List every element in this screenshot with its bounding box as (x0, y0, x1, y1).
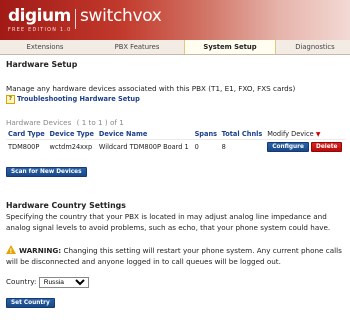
devices-heading: Hardware Devices ( 1 to 1 ) of 1 (6, 118, 350, 127)
col-card-type[interactable]: Card Type (6, 129, 48, 140)
col-total-chnls[interactable]: Total Chnls (220, 129, 266, 140)
delete-button[interactable]: Delete (311, 141, 343, 152)
digium-logo: digium (8, 6, 71, 26)
logo-divider (75, 9, 76, 29)
tab-extensions[interactable]: Extensions (6, 40, 84, 54)
troubleshoot-row: ? Troubleshooting Hardware Setup (6, 94, 350, 104)
configure-button[interactable]: Configure (267, 141, 309, 152)
cell-actions: Configure Delete (265, 138, 346, 154)
col-device-name[interactable]: Device Name (97, 129, 193, 140)
country-row: Country: Russia (6, 276, 350, 288)
devices-range: ( 1 to 1 ) of 1 (76, 117, 124, 127)
switchvox-logo: switchvox (80, 6, 162, 26)
col-spans[interactable]: Spans (193, 129, 220, 140)
sort-down-icon: ▼ (315, 130, 321, 138)
set-country-button[interactable]: Set Country (6, 297, 55, 308)
tab-diagnostics[interactable]: Diagnostics (280, 40, 350, 54)
scan-row: Scan for New Devices (6, 166, 350, 177)
main-tabs: Extensions PBX Features System Setup Dia… (0, 40, 350, 55)
hardware-setup-description: Manage any hardware devices associated w… (6, 84, 296, 93)
devices-section-label: Hardware Devices (6, 117, 72, 127)
cell-device-type: wctdm24xxp (47, 138, 97, 154)
cell-device-name: Wildcard TDM800P Board 1 (96, 138, 193, 154)
hardware-setup-title: Hardware Setup (6, 60, 78, 69)
edition-label: FREE EDITION 1.0 (8, 28, 72, 33)
country-select[interactable]: Russia (38, 276, 89, 288)
country-settings-title: Hardware Country Settings (6, 200, 126, 210)
devices-table: Card Type Device Type Device Name Spans … (6, 129, 346, 154)
country-label: Country: (6, 276, 37, 286)
cell-spans: 0 (192, 138, 220, 154)
table-row: TDM800P wctdm24xxp Wildcard TDM800P Boar… (6, 138, 346, 154)
troubleshooting-link[interactable]: Troubleshooting Hardware Setup (17, 95, 140, 103)
tab-system-setup[interactable]: System Setup (184, 40, 276, 54)
scan-devices-button[interactable]: Scan for New Devices (6, 166, 87, 177)
country-description: Specifying the country that your PBX is … (6, 211, 331, 232)
col-device-type[interactable]: Device Type (48, 129, 97, 140)
warning-icon: ! (6, 244, 16, 255)
main-content: Hardware Setup Manage any hardware devic… (6, 58, 350, 308)
cell-total-chnls: 8 (219, 138, 266, 154)
set-country-row: Set Country (6, 297, 350, 308)
warning-label: WARNING: (19, 245, 62, 255)
warning-message: ! WARNING: Changing this setting will res… (6, 244, 350, 267)
table-header-row: Card Type Device Type Device Name Spans … (6, 129, 346, 140)
cell-card-type: TDM800P (6, 138, 48, 154)
col-modify-device[interactable]: Modify Device ▼ (265, 129, 346, 140)
tab-pbx-features[interactable]: PBX Features (92, 40, 182, 54)
modify-device-label: Modify Device (267, 129, 314, 138)
app-header: digium switchvox FREE EDITION 1.0 (0, 0, 350, 40)
help-icon: ? (6, 94, 15, 104)
